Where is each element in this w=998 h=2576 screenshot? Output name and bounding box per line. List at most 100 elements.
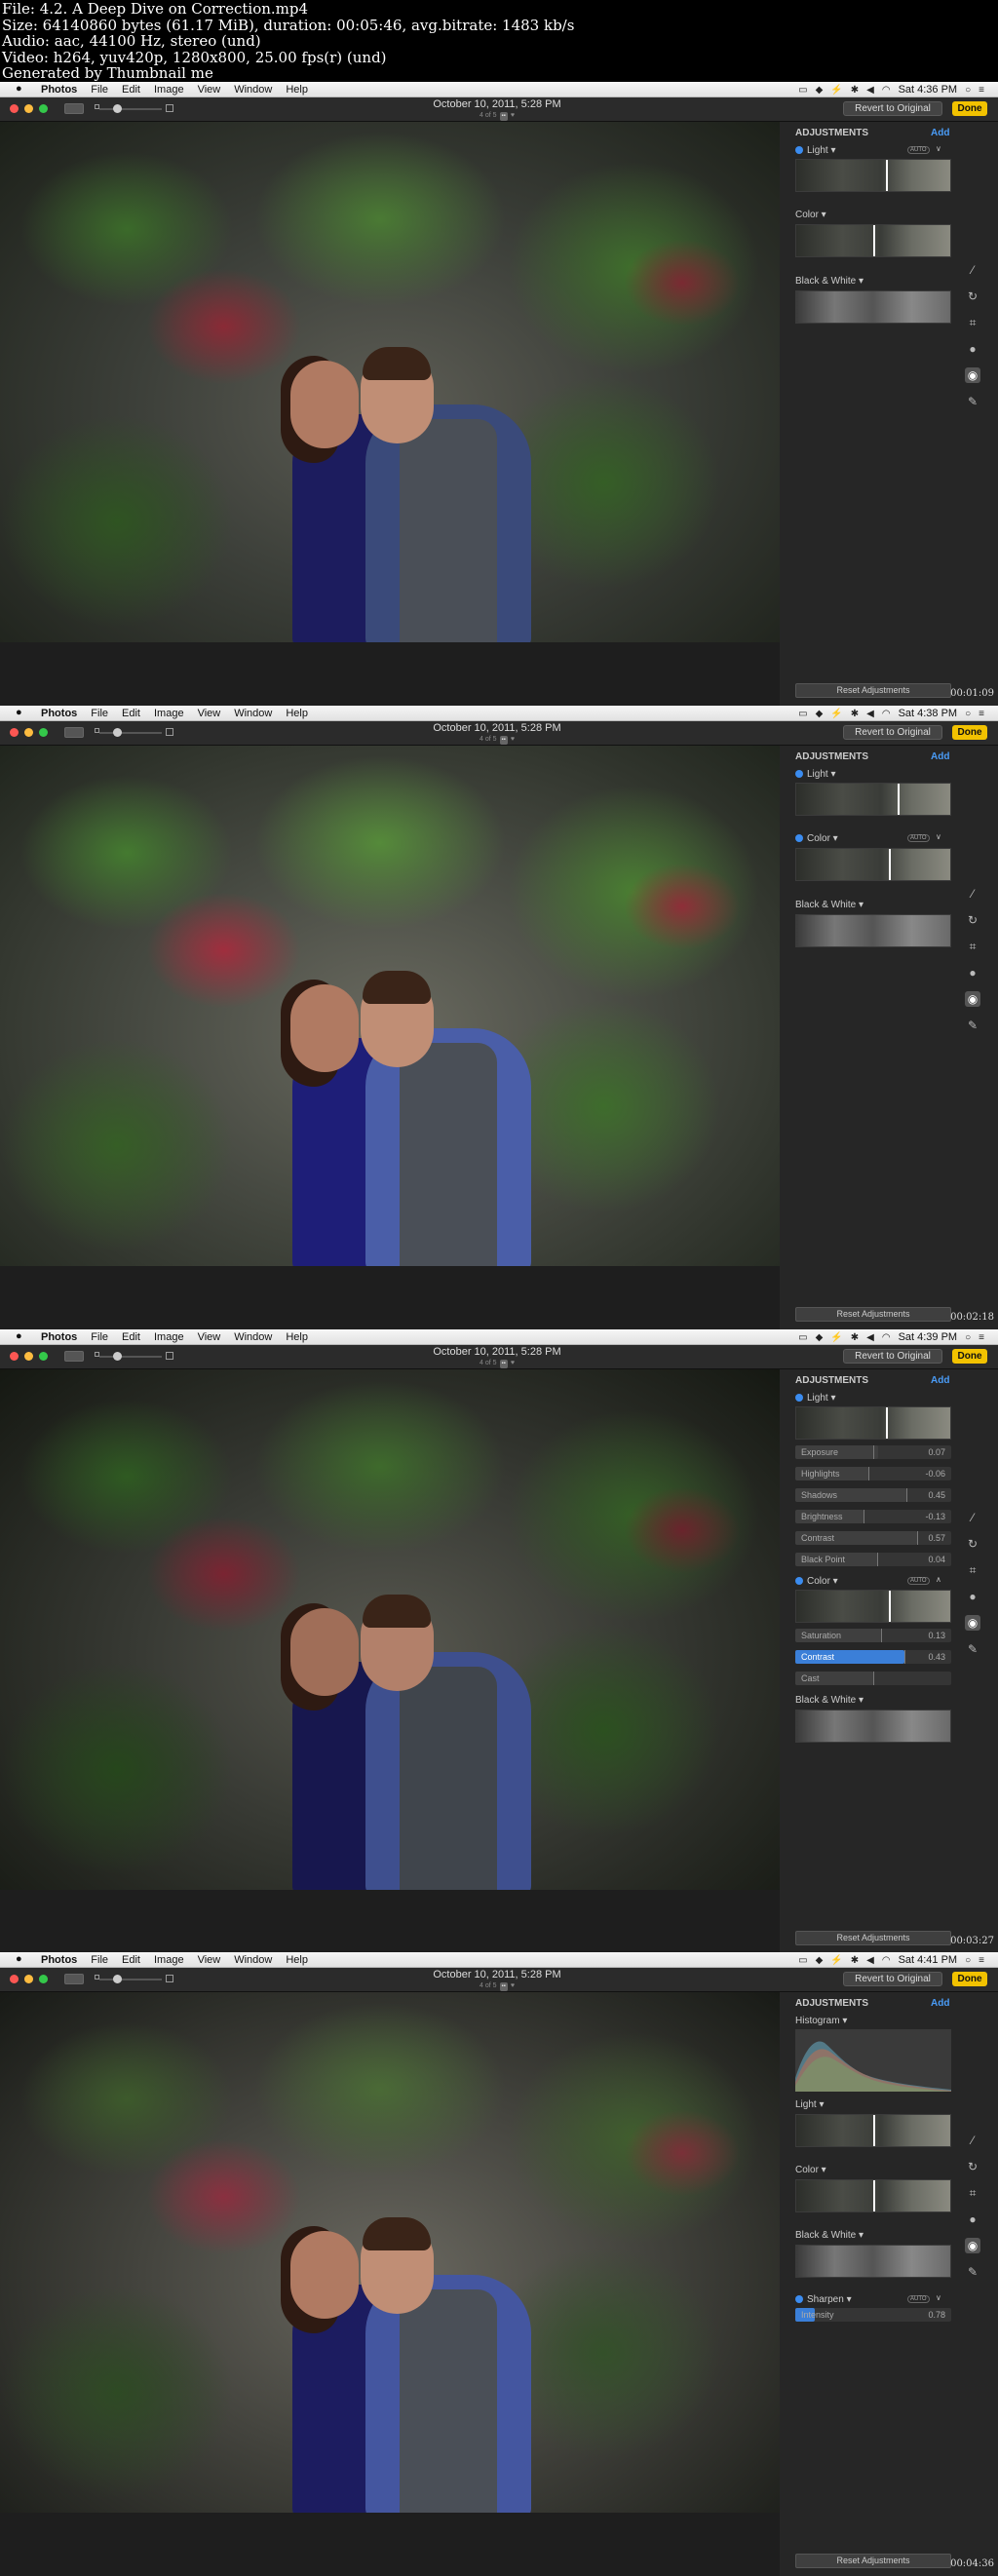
photo-canvas[interactable] xyxy=(0,1369,780,1890)
menu-window[interactable]: Window xyxy=(234,1954,272,1966)
revert-to-original-button[interactable]: Revert to Original xyxy=(843,1349,942,1364)
menu-file[interactable]: File xyxy=(91,1954,108,1966)
color-section-header[interactable]: Color ▾ xyxy=(795,1576,838,1587)
light-section-header[interactable]: Light ▾ xyxy=(795,2099,825,2110)
bw-section-header[interactable]: Black & White ▾ xyxy=(795,2230,864,2241)
bw-section-header[interactable]: Black & White ▾ xyxy=(795,1695,864,1706)
color-filmstrip[interactable] xyxy=(795,2179,951,2212)
enhance-wand-icon[interactable]: ⁄ xyxy=(965,262,980,278)
menu-help[interactable]: Help xyxy=(286,1954,308,1966)
minimize-icon[interactable] xyxy=(24,104,33,113)
light-auto-button[interactable]: AUTO xyxy=(907,146,930,154)
adjust-icon[interactable]: ◉ xyxy=(965,991,980,1007)
enhance-wand-icon[interactable]: ⁄ xyxy=(965,886,980,902)
enhance-wand-icon[interactable]: ⁄ xyxy=(965,1510,980,1525)
sharpen-section-header[interactable]: Sharpen ▾ xyxy=(795,2294,852,2305)
clock[interactable]: Sat 4:36 PM xyxy=(899,84,958,96)
fullscreen-icon[interactable] xyxy=(39,1352,48,1361)
chevron-up-icon[interactable]: ∧ xyxy=(936,1575,941,1584)
menu-image[interactable]: Image xyxy=(154,84,184,96)
menu-view[interactable]: View xyxy=(198,1331,221,1343)
menu-app[interactable]: Photos xyxy=(41,1331,77,1343)
view-toggle-button[interactable] xyxy=(64,103,84,114)
close-icon[interactable] xyxy=(10,728,19,737)
menu-app[interactable]: Photos xyxy=(41,84,77,96)
highlights-slider[interactable]: Highlights -0.06 xyxy=(795,1467,951,1480)
reset-adjustments-button[interactable]: Reset Adjustments xyxy=(795,683,951,698)
zoom-slider[interactable] xyxy=(99,1979,162,1980)
menu-file[interactable]: File xyxy=(91,84,108,96)
filters-icon[interactable]: ● xyxy=(965,1589,980,1604)
retouch-icon[interactable]: ✎ xyxy=(965,1018,980,1033)
bw-section-header[interactable]: Black & White ▾ xyxy=(795,276,864,287)
minimize-icon[interactable] xyxy=(24,1352,33,1361)
heart-icon[interactable]: ♥ xyxy=(511,1982,515,1989)
sharpen-intensity-slider[interactable]: Intensity 0.78 xyxy=(795,2308,951,2322)
heart-icon[interactable]: ♥ xyxy=(511,112,515,119)
search-icon[interactable]: ○ xyxy=(965,1955,971,1966)
wifi-icon[interactable]: ◠ xyxy=(882,1955,891,1966)
retouch-icon[interactable]: ✎ xyxy=(965,2264,980,2280)
menu-view[interactable]: View xyxy=(198,84,221,96)
display-icon[interactable]: ▭ xyxy=(798,85,807,96)
shadows-slider[interactable]: Shadows 0.45 xyxy=(795,1488,951,1502)
bluetooth-icon[interactable]: ✱ xyxy=(851,709,859,719)
list-icon[interactable]: ≡ xyxy=(979,1955,984,1966)
color-auto-button[interactable]: AUTO xyxy=(907,834,930,842)
photo-canvas[interactable] xyxy=(0,122,780,642)
color-section-header[interactable]: Color ▾ xyxy=(795,2165,826,2175)
display-icon[interactable]: ▭ xyxy=(798,709,807,719)
crop-icon[interactable]: ⌗ xyxy=(965,315,980,330)
bluetooth-icon[interactable]: ✱ xyxy=(851,1955,859,1966)
menu-edit[interactable]: Edit xyxy=(122,1954,140,1966)
menu-view[interactable]: View xyxy=(198,1954,221,1966)
menu-help[interactable]: Help xyxy=(286,708,308,719)
light-section-header[interactable]: Light ▾ xyxy=(795,1393,836,1403)
revert-to-original-button[interactable]: Revert to Original xyxy=(843,1972,942,1986)
rotate-icon[interactable]: ↻ xyxy=(965,288,980,304)
adjust-icon[interactable]: ◉ xyxy=(965,1615,980,1631)
zoom-slider[interactable] xyxy=(99,108,162,110)
filters-icon[interactable]: ● xyxy=(965,341,980,357)
light-enabled-icon[interactable] xyxy=(795,146,803,154)
bw-section-header[interactable]: Black & White ▾ xyxy=(795,900,864,910)
adjust-icon[interactable]: ◉ xyxy=(965,2238,980,2253)
battery-icon[interactable]: ⚡ xyxy=(830,1332,842,1343)
enhance-wand-icon[interactable]: ⁄ xyxy=(965,2133,980,2148)
menu-image[interactable]: Image xyxy=(154,708,184,719)
reset-adjustments-button[interactable]: Reset Adjustments xyxy=(795,2554,951,2568)
menu-edit[interactable]: Edit xyxy=(122,1331,140,1343)
retouch-icon[interactable]: ✎ xyxy=(965,1641,980,1657)
volume-icon[interactable]: ◀ xyxy=(866,1332,874,1343)
light-filmstrip[interactable] xyxy=(795,159,951,192)
fullscreen-icon[interactable] xyxy=(39,1975,48,1983)
close-icon[interactable] xyxy=(10,1352,19,1361)
dropbox-icon[interactable]: ◆ xyxy=(816,1955,824,1966)
bw-filmstrip[interactable] xyxy=(795,914,951,947)
battery-icon[interactable]: ⚡ xyxy=(830,85,842,96)
view-toggle-button[interactable] xyxy=(64,1351,84,1362)
sharpen-auto-button[interactable]: AUTO xyxy=(907,2295,930,2303)
bluetooth-icon[interactable]: ✱ xyxy=(851,1332,859,1343)
saturation-slider[interactable]: Saturation 0.13 xyxy=(795,1629,951,1642)
rotate-icon[interactable]: ↻ xyxy=(965,2159,980,2174)
brightness-slider[interactable]: Brightness -0.13 xyxy=(795,1510,951,1523)
menu-file[interactable]: File xyxy=(91,708,108,719)
volume-icon[interactable]: ◀ xyxy=(866,709,874,719)
menu-app[interactable]: Photos xyxy=(41,708,77,719)
close-icon[interactable] xyxy=(10,104,19,113)
cast-slider[interactable]: Cast xyxy=(795,1672,951,1685)
list-icon[interactable]: ≡ xyxy=(979,1332,984,1343)
list-icon[interactable]: ≡ xyxy=(979,709,984,719)
sharpen-enabled-icon[interactable] xyxy=(795,2295,803,2303)
light-filmstrip[interactable] xyxy=(795,2114,951,2147)
menu-edit[interactable]: Edit xyxy=(122,708,140,719)
fullscreen-icon[interactable] xyxy=(39,728,48,737)
minimize-icon[interactable] xyxy=(24,728,33,737)
zoom-slider-knob[interactable] xyxy=(113,1352,122,1361)
done-button[interactable]: Done xyxy=(952,101,987,116)
clock[interactable]: Sat 4:41 PM xyxy=(899,1954,958,1966)
color-section-header[interactable]: Color ▾ xyxy=(795,210,826,220)
zoom-slider-knob[interactable] xyxy=(113,104,122,113)
close-icon[interactable] xyxy=(10,1975,19,1983)
